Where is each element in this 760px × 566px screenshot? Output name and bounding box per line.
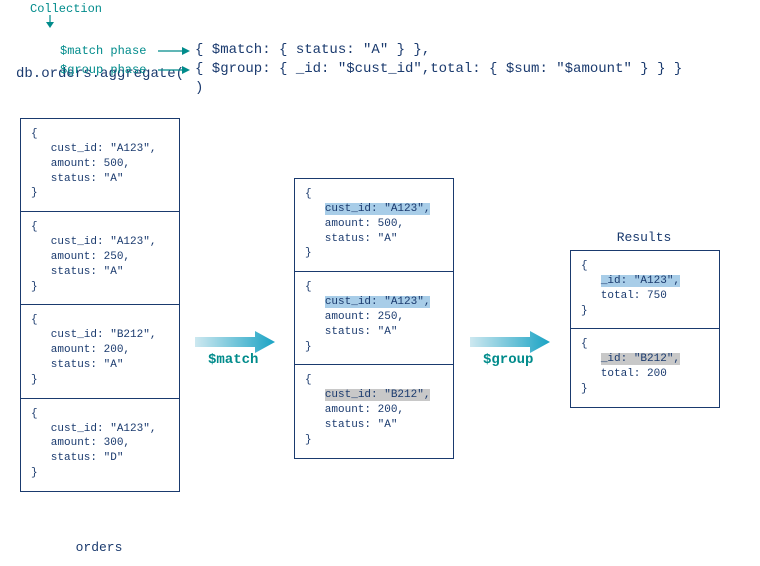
code-line-2: { $match: { status: "A" } }, (195, 42, 430, 58)
results-column: { _id: "A123", total: 750 } { _id: "B212… (570, 250, 720, 408)
group-arrow-label: $group (483, 352, 533, 368)
arrow-match-phase (158, 46, 192, 60)
match-arrow-label: $match (208, 352, 258, 368)
orders-label: orders (20, 540, 178, 555)
arrow-group-phase (158, 65, 192, 79)
orders-doc-1: { cust_id: "A123", amount: 500, status: … (21, 119, 179, 212)
annotation-group-phase: $group phase (60, 63, 146, 77)
orders-doc-2: { cust_id: "A123", amount: 250, status: … (21, 212, 179, 305)
matched-doc-3: { cust_id: "B212", amount: 200, status: … (295, 365, 453, 457)
results-doc-2: { _id: "B212", total: 200 } (571, 329, 719, 406)
annotation-collection: Collection (30, 2, 102, 16)
results-doc-1: { _id: "A123", total: 750 } (571, 251, 719, 329)
matched-doc-1: { cust_id: "A123", amount: 500, status: … (295, 179, 453, 272)
matched-doc-2: { cust_id: "A123", amount: 250, status: … (295, 272, 453, 365)
matched-column: { cust_id: "A123", amount: 500, status: … (294, 178, 454, 459)
orders-column: { cust_id: "A123", amount: 500, status: … (20, 118, 180, 492)
code-line-3: { $group: { _id: "$cust_id",total: { $su… (195, 61, 682, 77)
group-arrow (470, 330, 550, 354)
orders-doc-4: { cust_id: "A123", amount: 300, status: … (21, 399, 179, 491)
code-line-4: ) (195, 80, 203, 96)
results-label: Results (570, 230, 718, 245)
orders-doc-3: { cust_id: "B212", amount: 200, status: … (21, 305, 179, 398)
match-arrow (195, 330, 275, 354)
annotation-match-phase: $match phase (60, 44, 146, 58)
